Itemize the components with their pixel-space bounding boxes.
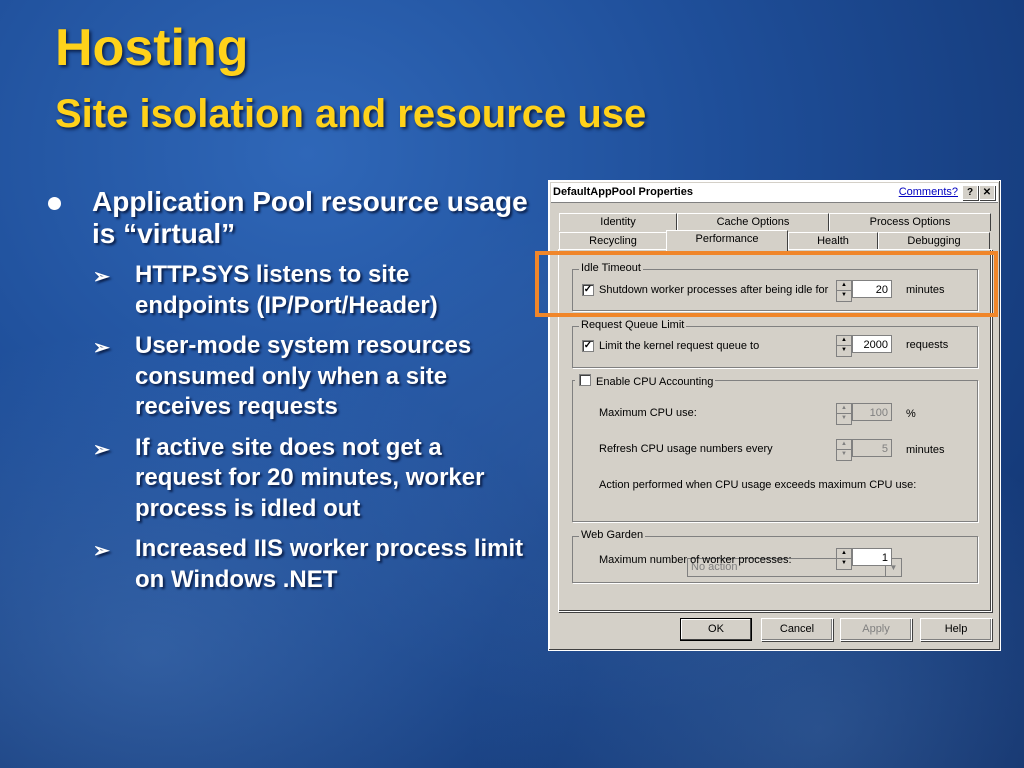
arrow-bullet-icon: ➢ <box>93 540 110 562</box>
tab-performance[interactable]: Performance <box>666 230 788 251</box>
spinner-arrows[interactable]: ▲ ▼ <box>836 439 852 461</box>
tab-debugging[interactable]: Debugging <box>878 232 990 250</box>
bullet-list: Application Pool resource usage is “virt… <box>40 186 530 595</box>
refresh-cpu-value[interactable]: 5 <box>852 439 892 457</box>
tab-row-2: Recycling Performance Health Debugging <box>559 230 991 251</box>
request-queue-check-label: Limit the kernel request queue to <box>599 340 760 352</box>
spin-up-icon[interactable]: ▲ <box>837 404 851 414</box>
slide-subtitle: Site isolation and resource use <box>55 92 647 136</box>
spinner-arrows[interactable]: ▲ ▼ <box>836 403 852 425</box>
max-cpu-spinner[interactable]: ▲ ▼ 100 <box>836 403 894 425</box>
sub-bullet-text: If active site does not get a request fo… <box>135 433 485 522</box>
spin-down-icon[interactable]: ▼ <box>837 559 851 568</box>
tab-cache-options[interactable]: Cache Options <box>677 213 829 231</box>
apply-button[interactable]: Apply <box>840 618 912 641</box>
tab-health[interactable]: Health <box>788 232 878 250</box>
spin-up-icon[interactable]: ▲ <box>837 336 851 346</box>
cpu-accounting-label: Enable CPU Accounting <box>596 376 714 388</box>
request-queue-checkbox[interactable]: ✓ <box>582 340 594 352</box>
sub-bullet: ➢ User-mode system resources consumed on… <box>40 331 530 423</box>
request-queue-unit: requests <box>906 339 949 351</box>
spin-up-icon[interactable]: ▲ <box>837 440 851 450</box>
tab-process-options[interactable]: Process Options <box>829 213 991 231</box>
web-garden-group: Web Garden Maximum number of worker proc… <box>572 529 978 583</box>
refresh-cpu-spinner[interactable]: ▲ ▼ 5 <box>836 439 894 461</box>
cancel-button[interactable]: Cancel <box>761 618 833 641</box>
max-worker-label: Maximum number of worker processes: <box>599 554 792 566</box>
spin-down-icon[interactable]: ▼ <box>837 346 851 355</box>
ok-button[interactable]: OK <box>680 618 752 641</box>
tab-identity[interactable]: Identity <box>559 213 677 231</box>
spinner-arrows[interactable]: ▲ ▼ <box>836 548 852 570</box>
tab-row-1: Identity Cache Options Process Options <box>559 213 991 231</box>
max-cpu-unit: % <box>906 408 916 420</box>
max-cpu-value[interactable]: 100 <box>852 403 892 421</box>
dialog-title: DefaultAppPool Properties <box>553 186 693 198</box>
spinner-arrows[interactable]: ▲ ▼ <box>836 335 852 357</box>
spin-up-icon[interactable]: ▲ <box>837 549 851 559</box>
close-icon[interactable]: ✕ <box>979 185 995 200</box>
cpu-accounting-checkbox[interactable] <box>579 374 591 386</box>
refresh-cpu-label: Refresh CPU usage numbers every <box>599 443 773 455</box>
slide-title: Hosting <box>55 19 249 77</box>
max-worker-spinner[interactable]: ▲ ▼ 1 <box>836 548 894 570</box>
request-queue-value[interactable]: 2000 <box>852 335 892 353</box>
max-worker-value[interactable]: 1 <box>852 548 892 566</box>
main-bullet: Application Pool resource usage is “virt… <box>40 186 530 250</box>
request-queue-label: Request Queue Limit <box>579 319 687 331</box>
highlight-box <box>535 251 998 317</box>
arrow-bullet-icon: ➢ <box>93 438 110 461</box>
arrow-bullet-icon: ➢ <box>93 337 110 359</box>
cpu-action-label: Action performed when CPU usage exceeds … <box>599 479 917 491</box>
sub-bullet-text: User-mode system resources consumed only… <box>135 332 472 420</box>
request-queue-group: Request Queue Limit ✓ Limit the kernel r… <box>572 319 978 368</box>
arrow-bullet-icon: ➢ <box>93 266 110 288</box>
sub-bullet-text: HTTP.SYS listens to site endpoints (IP/P… <box>135 261 438 319</box>
refresh-cpu-unit: minutes <box>906 444 945 456</box>
spin-down-icon[interactable]: ▼ <box>837 414 851 423</box>
dialog-titlebar[interactable]: DefaultAppPool Properties Comments? ? ✕ <box>551 183 998 203</box>
cpu-accounting-group: Enable CPU Accounting Maximum CPU use: ▲… <box>572 373 978 522</box>
spin-down-icon[interactable]: ▼ <box>837 450 851 459</box>
main-bullet-text: Application Pool resource usage is “virt… <box>92 186 528 249</box>
tab-recycling[interactable]: Recycling <box>559 232 667 250</box>
comments-link[interactable]: Comments? <box>899 186 958 198</box>
max-cpu-label: Maximum CPU use: <box>599 407 697 419</box>
bullet-dot-icon <box>48 197 61 210</box>
help-button[interactable]: Help <box>920 618 992 641</box>
web-garden-label: Web Garden <box>579 529 646 541</box>
cpu-accounting-header: Enable CPU Accounting <box>575 373 716 388</box>
sub-bullet: ➢ Increased IIS worker process limit on … <box>40 534 530 595</box>
help-icon[interactable]: ? <box>962 185 978 200</box>
request-queue-spinner[interactable]: ▲ ▼ 2000 <box>836 335 894 357</box>
sub-bullet: ➢ If active site does not get a request … <box>40 433 530 525</box>
sub-bullet-text: Increased IIS worker process limit on Wi… <box>135 535 524 593</box>
sub-bullet: ➢ HTTP.SYS listens to site endpoints (IP… <box>40 260 530 321</box>
